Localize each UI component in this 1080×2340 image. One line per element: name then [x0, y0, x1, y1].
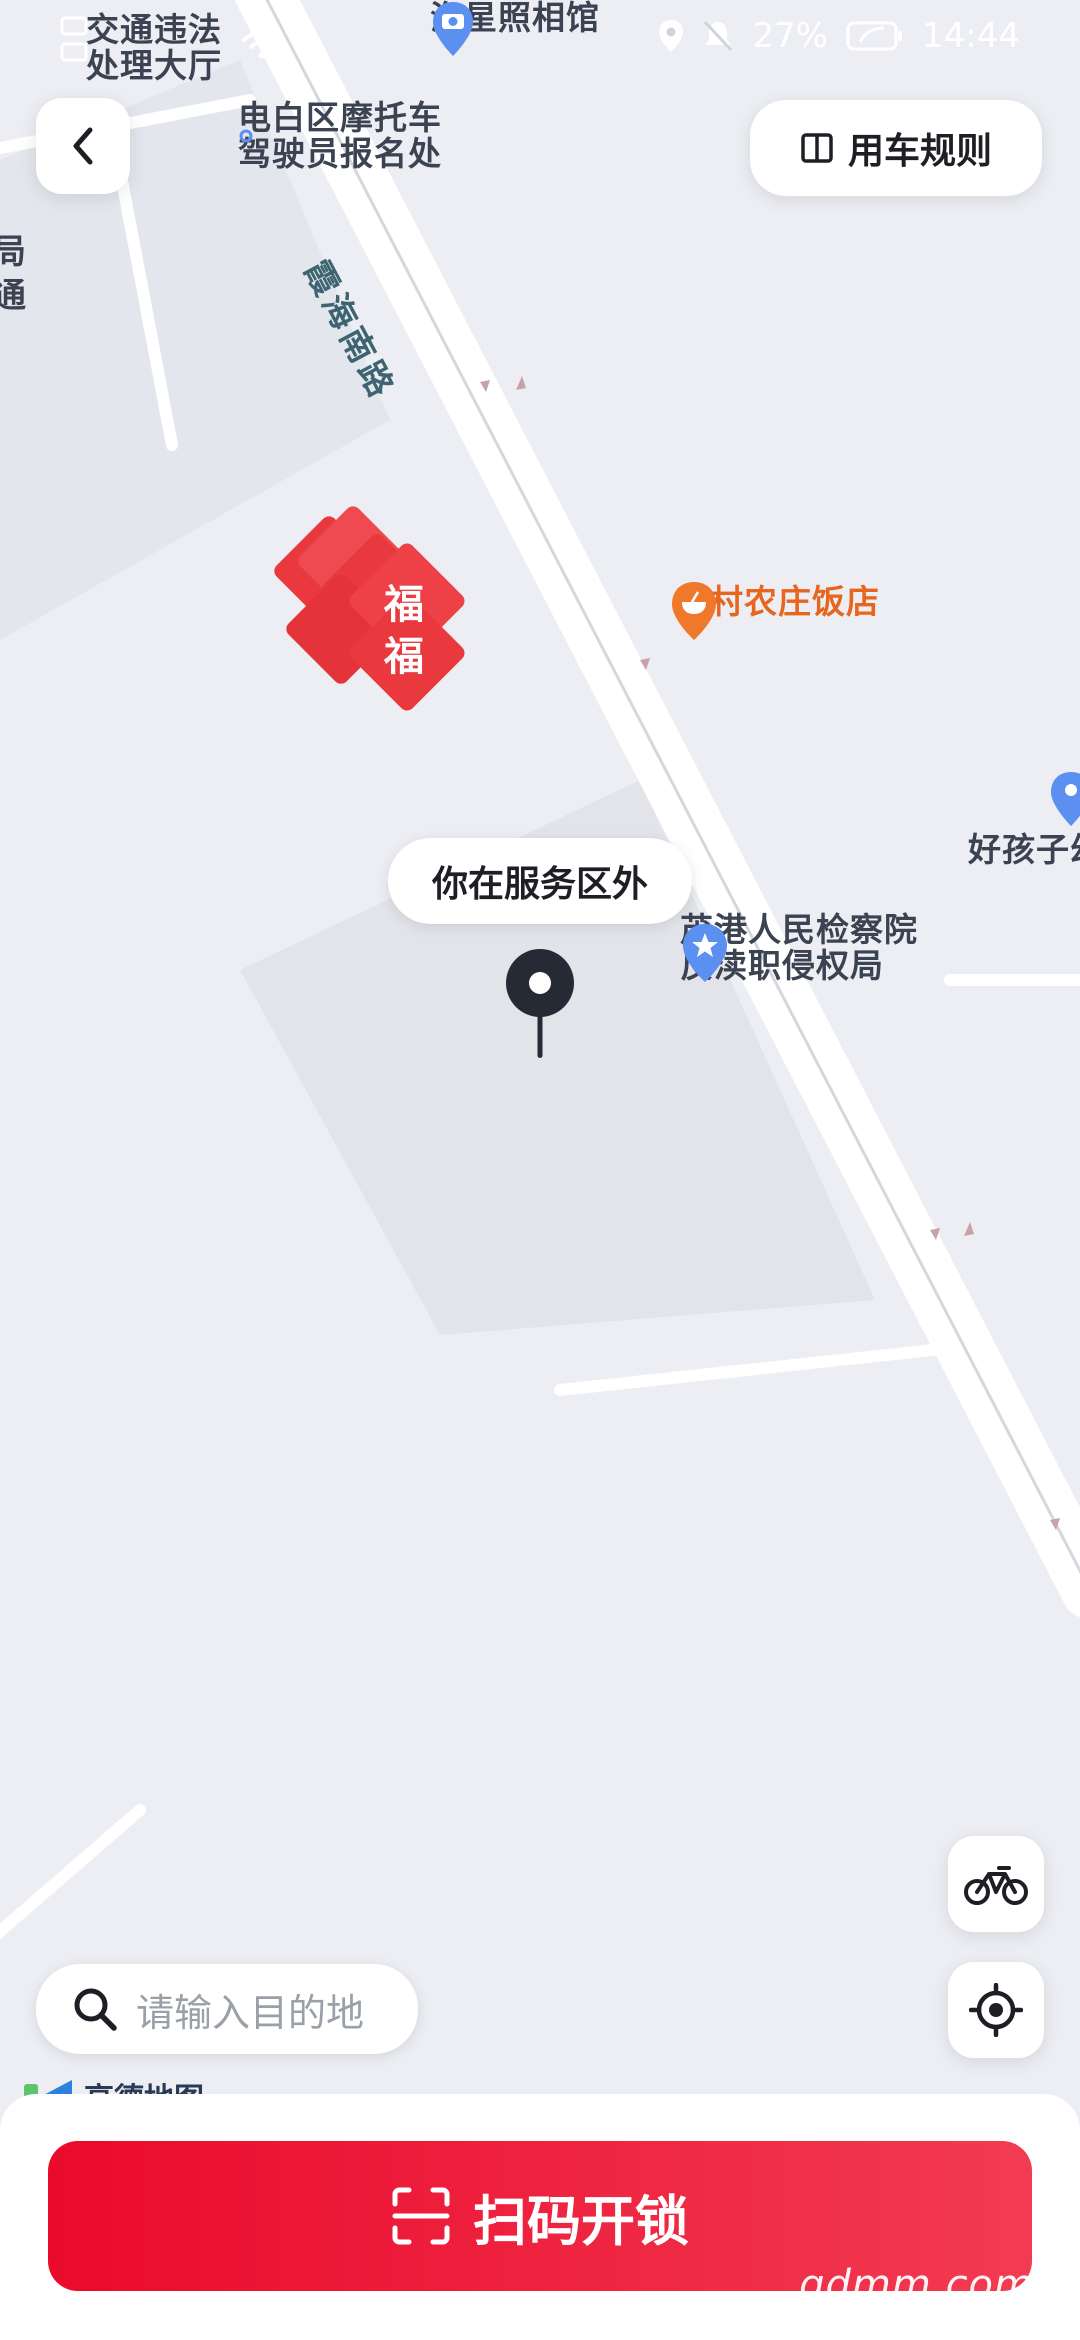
edge-char-2: 通 [0, 276, 26, 316]
location-status-text: 你在服务区外 [431, 864, 648, 905]
watermark: gdmm.com [799, 2262, 1034, 2308]
fu-char-2: 福 [384, 634, 424, 680]
poi-moto-registration[interactable]: 电白区摩托车 驾驶员报名处 [238, 100, 442, 172]
search-icon [74, 1988, 117, 2031]
book-icon [801, 133, 833, 163]
fu-char-1: 福 [384, 582, 424, 628]
status-right: 27% 14:44 [658, 16, 1020, 56]
locate-me-button[interactable] [948, 1962, 1044, 2058]
bike-filter-button[interactable] [948, 1836, 1044, 1932]
status-bar: 27% 14:44 [0, 0, 1080, 80]
poi-procuratorate[interactable]: 茂港人民检察院 反渎职侵权局 [680, 912, 918, 984]
restaurant-icon [672, 582, 716, 640]
edge-label: 局 通 [0, 230, 26, 318]
car-rules-button[interactable]: 用车规则 [750, 100, 1042, 196]
poi-kids-label: 好孩子幼 [968, 830, 1080, 869]
poi-moto-line2: 驾驶员报名处 [238, 134, 442, 173]
battery-icon [846, 21, 903, 51]
scan-unlock-label: 扫码开锁 [473, 2189, 689, 2253]
signal-hd-icon [60, 16, 88, 62]
back-button[interactable] [36, 98, 130, 194]
bicycle-icon [964, 1866, 1028, 1905]
pin-icon [1051, 772, 1080, 826]
edge-char-1: 局 [0, 232, 26, 272]
status-time: 14:44 [922, 16, 1020, 56]
status-left [60, 12, 282, 72]
poi-moto-line1: 电白区摩托车 [238, 98, 442, 137]
crosshair-icon [969, 1983, 1023, 2037]
scan-icon [392, 2187, 450, 2245]
location-status-bubble: 你在服务区外 [388, 838, 692, 924]
search-placeholder: 请输入目的地 [136, 1990, 365, 2035]
chevron-left-icon [73, 127, 93, 165]
car-rules-label: 用车规则 [847, 131, 992, 172]
fu-marker-cluster [274, 506, 465, 711]
location-status-icon [659, 20, 684, 52]
poi-restaurant[interactable]: 新村农庄饭店 [668, 580, 888, 640]
government-icon [683, 924, 727, 982]
battery-percent: 27% [752, 16, 829, 56]
current-location-pin-icon [506, 949, 574, 1058]
wifi-icon [242, 30, 282, 59]
dot-icon [239, 129, 253, 143]
destination-search-input[interactable]: 请输入目的地 [36, 1964, 418, 2054]
mute-bell-icon [704, 20, 733, 52]
